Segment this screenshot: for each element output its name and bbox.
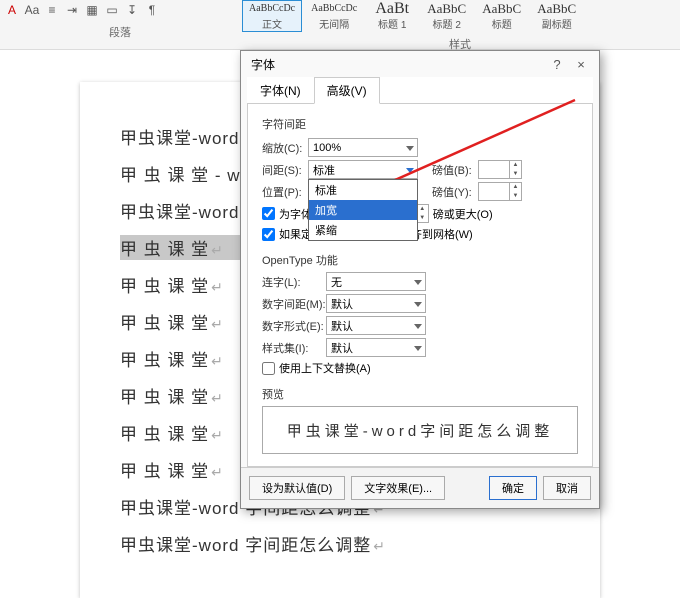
style-标题[interactable]: AaBbC标题 — [475, 0, 528, 32]
spacing-by-spinner[interactable]: ▲▼ — [478, 160, 522, 179]
stylistic-label: 样式集(I): — [262, 340, 326, 356]
scale-label: 缩放(C): — [262, 140, 308, 156]
dialog-titlebar[interactable]: 字体 ? × — [241, 51, 599, 77]
ligatures-combo[interactable]: 无 — [326, 272, 426, 291]
preview-box: 甲虫课堂-word字间距怎么调整 — [262, 406, 578, 454]
format-icon[interactable]: Aa — [24, 2, 40, 18]
numspacing-combo[interactable]: 默认 — [326, 294, 426, 313]
tab-font[interactable]: 字体(N) — [247, 77, 314, 104]
dialog-buttons: 设为默认值(D) 文字效果(E)... 确定 取消 — [241, 467, 599, 508]
spacing-option-normal[interactable]: 标准 — [309, 180, 417, 200]
style-副标题[interactable]: AaBbC副标题 — [530, 0, 583, 32]
indent-icon[interactable]: ⇥ — [64, 2, 80, 18]
document-line[interactable]: 甲虫课堂-word 字间距怎么调整 — [120, 531, 560, 556]
position-label: 位置(P): — [262, 184, 308, 200]
style-标题 1[interactable]: AaBt标题 1 — [366, 0, 418, 32]
spacing-by-input[interactable] — [479, 161, 509, 178]
kerning-unit: 磅或更大(O) — [433, 206, 493, 222]
by-label-b: 磅值(B): — [432, 162, 478, 178]
position-by-spinner[interactable]: ▲▼ — [478, 182, 522, 201]
tab-advanced[interactable]: 高级(V) — [314, 77, 380, 104]
bullet-icon[interactable]: ≡ — [44, 2, 60, 18]
font-color-icon[interactable]: A — [4, 2, 20, 18]
preview-text: 甲虫课堂-word字间距怎么调整 — [287, 420, 554, 441]
font-dialog: 字体 ? × 字体(N) 高级(V) 字符间距 缩放(C): 100% 间距(S… — [240, 50, 600, 509]
style-无间隔[interactable]: AaBbCcDc无间隔 — [304, 0, 364, 32]
dialog-body: 字符间距 缩放(C): 100% 间距(S): 标准 磅值(B): ▲▼ 标准 … — [247, 104, 593, 467]
cancel-button[interactable]: 取消 — [543, 476, 591, 500]
spin-up-icon[interactable]: ▲ — [510, 161, 521, 170]
stylistic-combo[interactable]: 默认 — [326, 338, 426, 357]
ribbon-styles-group: AaBbCcDc正文AaBbCcDc无间隔AaBt标题 1AaBbC标题 2Aa… — [240, 0, 680, 49]
ligatures-label: 连字(L): — [262, 274, 326, 290]
spacing-label: 间距(S): — [262, 162, 308, 178]
sort-icon[interactable]: ↧ — [124, 2, 140, 18]
numforms-label: 数字形式(E): — [262, 318, 326, 334]
paragraph-mark-icon[interactable]: ¶ — [144, 2, 160, 18]
by-label-y: 磅值(Y): — [432, 184, 478, 200]
char-spacing-label: 字符间距 — [262, 116, 578, 132]
position-by-input[interactable] — [479, 183, 509, 200]
kerning-checkbox[interactable] — [262, 207, 275, 220]
spin-down-icon[interactable]: ▼ — [510, 192, 521, 201]
preview-label: 预览 — [262, 386, 578, 402]
spacing-dropdown: 标准 加宽 紧缩 — [308, 179, 418, 241]
numforms-combo[interactable]: 默认 — [326, 316, 426, 335]
style-标题 2[interactable]: AaBbC标题 2 — [420, 0, 473, 32]
text-effects-button[interactable]: 文字效果(E)... — [351, 476, 445, 500]
spacing-option-expanded[interactable]: 加宽 — [309, 200, 417, 220]
grid-checkbox[interactable] — [262, 228, 275, 241]
ok-button[interactable]: 确定 — [489, 476, 537, 500]
dialog-close-button[interactable]: × — [569, 57, 593, 72]
dialog-tabs: 字体(N) 高级(V) — [247, 77, 593, 104]
numspacing-label: 数字间距(M): — [262, 296, 326, 312]
spin-down-icon[interactable]: ▼ — [510, 170, 521, 179]
shading-icon[interactable]: ▦ — [84, 2, 100, 18]
context-checkbox[interactable] — [262, 362, 275, 375]
opentype-label: OpenType 功能 — [262, 252, 578, 268]
scale-combo[interactable]: 100% — [308, 138, 418, 157]
dialog-title: 字体 — [251, 56, 275, 73]
set-default-button[interactable]: 设为默认值(D) — [249, 476, 345, 500]
border-icon[interactable]: ▭ — [104, 2, 120, 18]
context-label: 使用上下文替换(A) — [279, 360, 371, 376]
dialog-help-button[interactable]: ? — [545, 57, 569, 72]
paragraph-group-label: 段落 — [0, 24, 240, 40]
ribbon-paragraph-group: A Aa ≡ ⇥ ▦ ▭ ↧ ¶ 段落 — [0, 0, 240, 49]
ribbon: A Aa ≡ ⇥ ▦ ▭ ↧ ¶ 段落 AaBbCcDc正文AaBbCcDc无间… — [0, 0, 680, 50]
spin-up-icon[interactable]: ▲ — [510, 183, 521, 192]
spacing-combo[interactable]: 标准 — [308, 160, 418, 179]
style-正文[interactable]: AaBbCcDc正文 — [242, 0, 302, 32]
spacing-option-condensed[interactable]: 紧缩 — [309, 220, 417, 240]
